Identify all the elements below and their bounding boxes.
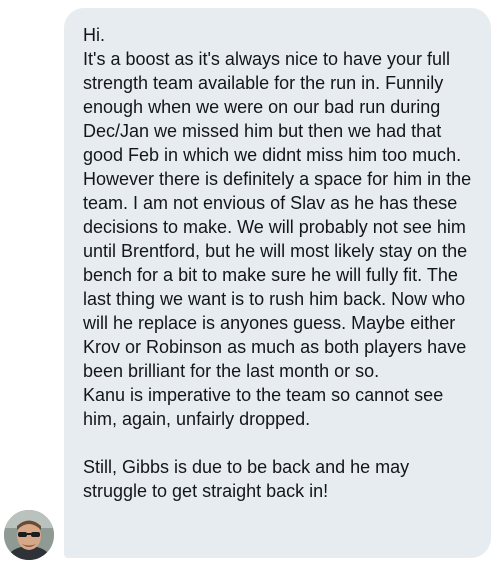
message-row: Hi. It's a boost as it's always nice to …	[0, 0, 503, 564]
message-paragraph-3: Kanu is imperative to the team so cannot…	[83, 385, 449, 429]
message-paragraph-1: It's a boost as it's always nice to have…	[83, 49, 462, 165]
sender-avatar[interactable]	[4, 510, 54, 560]
message-greeting: Hi.	[83, 25, 105, 45]
message-bubble[interactable]: Hi. It's a boost as it's always nice to …	[64, 8, 491, 558]
message-paragraph-4: Still, Gibbs is due to be back and he ma…	[83, 457, 415, 501]
profile-photo-icon	[4, 510, 54, 560]
message-paragraph-2: However there is definitely a space for …	[83, 169, 477, 381]
